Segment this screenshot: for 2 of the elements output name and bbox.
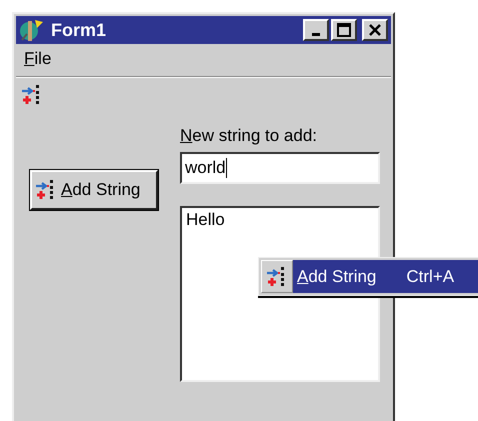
window-title: Form1 [51,20,108,40]
field-label: New string to add: [180,126,318,146]
